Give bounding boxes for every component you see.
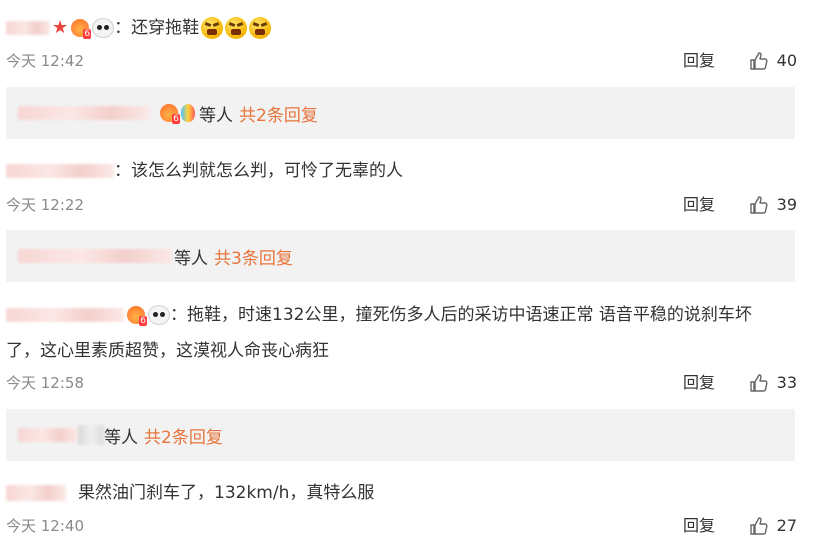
comment-text: 还穿拖鞋	[131, 18, 200, 38]
comment-time: 今天 12:22	[6, 196, 84, 214]
vip-crown-icon	[127, 306, 147, 326]
reply-people-label: 等人	[174, 248, 208, 269]
comment-time: 今天 12:58	[6, 374, 84, 392]
reply-thread-summary[interactable]: 等人 共2条回复	[6, 409, 795, 461]
replier-names-blurred	[18, 249, 172, 263]
reply-button[interactable]: 回复	[683, 195, 715, 215]
vip-crown-icon	[71, 19, 92, 39]
red-star-icon: ★	[52, 17, 69, 38]
like-count: 27	[776, 516, 797, 535]
username-blurred[interactable]	[6, 308, 124, 322]
like-count: 40	[776, 51, 797, 70]
comment-3-text-line2: 了，这心里素质超赞，这漠视人命丧心病狂	[6, 341, 329, 361]
reply-thread-summary[interactable]: 等人 共2条回复	[6, 87, 795, 139]
thumbs-up-icon	[749, 517, 768, 535]
comment-text: 拖鞋，时速132公里，撞死伤多人后的采访中语速正常 语音平稳的说刹车坏	[187, 305, 752, 325]
balloon-icon	[181, 104, 195, 122]
comment-time: 今天 12:40	[6, 517, 84, 535]
comment-text: 果然油门刹车了，132km/h，真特么服	[78, 483, 375, 503]
reply-count-link[interactable]: 共2条回复	[239, 101, 318, 126]
comment-text: 该怎么判就怎么判，可怜了无辜的人	[131, 161, 403, 181]
reply-button[interactable]: 回复	[683, 373, 715, 393]
reply-people-label: 等人	[199, 105, 233, 126]
comment-2-header: ： 该怎么判就怎么判，可怜了无辜的人	[6, 159, 403, 183]
reply-button[interactable]: 回复	[683, 51, 715, 71]
like-count: 39	[776, 195, 797, 214]
reply-count-link[interactable]: 共3条回复	[214, 244, 293, 269]
angry-face-icon	[249, 17, 272, 39]
reply-thread-summary[interactable]: 等人 共3条回复	[6, 230, 795, 282]
thumbs-up-icon	[749, 52, 768, 70]
like-button[interactable]: 40	[749, 51, 797, 71]
panda-icon	[148, 305, 170, 325]
comment-colon: ：	[114, 161, 131, 181]
like-button[interactable]: 27	[749, 516, 797, 536]
comment-4-header: 果然油门刹车了，132km/h，真特么服	[6, 481, 374, 505]
username-blurred[interactable]	[6, 164, 114, 178]
replier-names-blurred	[18, 106, 150, 120]
replier-names-blurred	[18, 428, 78, 442]
vip-crown-icon	[160, 104, 180, 124]
reply-count-link[interactable]: 共2条回复	[144, 423, 223, 448]
comment-1-header: ★ ： 还穿拖鞋	[6, 16, 272, 40]
reply-button[interactable]: 回复	[683, 516, 715, 536]
thumbs-up-icon	[749, 374, 768, 392]
comment-colon: ：	[170, 305, 187, 325]
replier-avatar-blurred	[78, 425, 104, 445]
comment-time: 今天 12:42	[6, 52, 84, 70]
comment-3-header: ： 拖鞋，时速132公里，撞死伤多人后的采访中语速正常 语音平稳的说刹车坏	[6, 303, 752, 327]
panda-icon	[92, 18, 115, 38]
angry-face-icon	[201, 17, 224, 39]
thumbs-up-icon	[749, 196, 768, 214]
reply-people-label: 等人	[104, 427, 138, 448]
like-count: 33	[776, 373, 797, 392]
username-blurred[interactable]	[6, 21, 50, 35]
like-button[interactable]: 39	[749, 195, 797, 215]
comment-colon: ：	[114, 18, 132, 38]
like-button[interactable]: 33	[749, 373, 797, 393]
username-blurred[interactable]	[6, 485, 66, 501]
angry-face-icon	[225, 17, 248, 39]
